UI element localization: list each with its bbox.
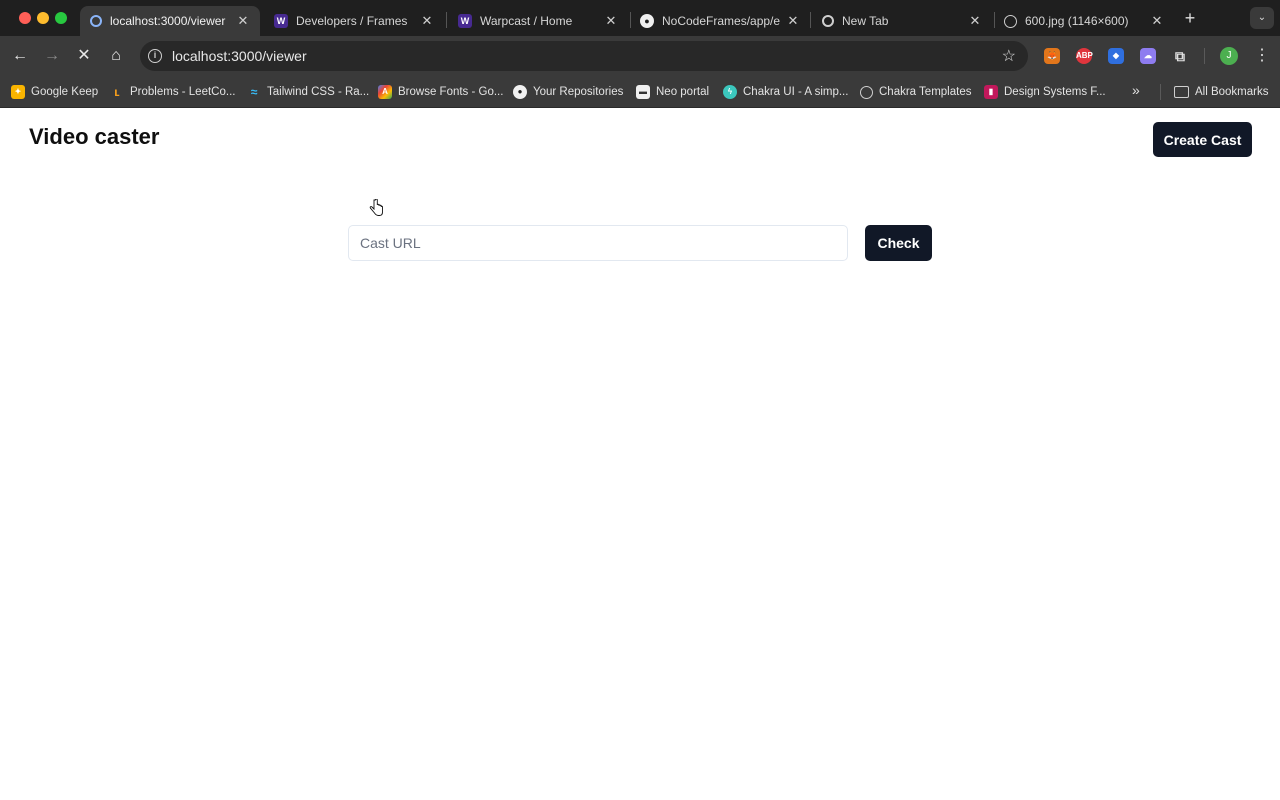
forward-button[interactable]: → xyxy=(40,44,64,68)
tab-title: Warpcast / Home xyxy=(480,14,573,28)
bookmark-leetcode[interactable]: ʟ Problems - LeetCo... xyxy=(110,82,235,102)
close-icon[interactable]: ✕ xyxy=(604,13,618,29)
close-icon[interactable]: ✕ xyxy=(786,13,800,29)
globe-icon xyxy=(1004,14,1017,28)
chakra-ui-icon: ϟ xyxy=(723,85,737,99)
bookmark-chakra-templates[interactable]: Chakra Templates xyxy=(860,82,971,102)
tab-viewer[interactable]: localhost:3000/viewer ✕ xyxy=(80,6,260,36)
hand-cursor-icon xyxy=(369,199,383,216)
more-bookmarks-chevron-icon[interactable]: » xyxy=(1132,82,1140,98)
leetcode-icon: ʟ xyxy=(114,85,120,99)
extension-icon[interactable]: ◆ xyxy=(1108,48,1124,64)
bookmark-label: Chakra Templates xyxy=(879,86,972,98)
close-icon[interactable]: ✕ xyxy=(1150,13,1164,29)
bookmark-label: Tailwind CSS - Ra... xyxy=(267,86,370,98)
adblock-extension-icon[interactable]: ABP xyxy=(1076,48,1093,64)
tab-developers-frames[interactable]: W Developers / Frames ✕ xyxy=(264,6,444,36)
extension-icon[interactable]: ☁ xyxy=(1140,48,1156,64)
address-bar[interactable]: i localhost:3000/viewer ☆ xyxy=(140,41,1028,71)
browser-toolbar: ← → ✕ ⌂ i localhost:3000/viewer ☆ 🦊 ABP … xyxy=(0,36,1280,76)
bookmark-label: Browse Fonts - Go... xyxy=(398,86,504,98)
page-title: Video caster xyxy=(29,124,160,149)
close-window-button[interactable] xyxy=(19,12,31,24)
bookmark-label: Neo portal xyxy=(656,86,710,98)
create-cast-button[interactable]: Create Cast xyxy=(1153,122,1252,157)
bookmark-your-repositories[interactable]: ● Your Repositories xyxy=(513,82,623,102)
github-icon: ● xyxy=(513,85,527,99)
tab-strip: localhost:3000/viewer ✕ W Developers / F… xyxy=(0,0,1280,36)
github-icon: ● xyxy=(640,14,654,28)
tab-new-tab[interactable]: New Tab ✕ xyxy=(812,6,992,36)
bookmarks-bar: ✦ Google Keep ʟ Problems - LeetCo... ≈ T… xyxy=(0,76,1280,108)
cast-url-input[interactable] xyxy=(348,225,848,261)
extensions-puzzle-icon[interactable]: ⧉ xyxy=(1172,48,1188,64)
home-button[interactable]: ⌂ xyxy=(104,44,128,68)
maximize-window-button[interactable] xyxy=(55,12,67,24)
back-button[interactable]: ← xyxy=(8,44,32,68)
stop-loading-button[interactable]: ✕ xyxy=(72,44,96,68)
tab-nocodeframes[interactable]: ● NoCodeFrames/app/ex ✕ xyxy=(630,6,810,36)
browser-window: localhost:3000/viewer ✕ W Developers / F… xyxy=(0,0,1280,800)
loading-icon xyxy=(90,15,102,27)
bookmark-chakra-ui[interactable]: ϟ Chakra UI - A simp... xyxy=(723,82,848,102)
tab-title: localhost:3000/viewer xyxy=(110,14,226,28)
profile-avatar[interactable]: J xyxy=(1220,47,1238,65)
close-icon[interactable]: ✕ xyxy=(420,13,434,29)
tailwind-icon: ≈ xyxy=(250,85,258,99)
globe-icon xyxy=(860,85,873,99)
warpcast-icon: W xyxy=(274,14,288,28)
metamask-extension-icon[interactable]: 🦊 xyxy=(1044,48,1060,64)
site-info-icon[interactable]: i xyxy=(148,49,162,63)
minimize-window-button[interactable] xyxy=(37,12,49,24)
google-fonts-icon: A xyxy=(378,85,392,99)
warpcast-icon: W xyxy=(458,14,472,28)
chrome-icon xyxy=(822,15,834,27)
tab-search-button[interactable]: ⌄ xyxy=(1250,7,1274,29)
bookmark-label: Design Systems F... xyxy=(1004,86,1106,98)
bookmark-google-keep[interactable]: ✦ Google Keep xyxy=(11,82,98,102)
tab-warpcast-home[interactable]: W Warpcast / Home ✕ xyxy=(448,6,628,36)
folder-icon xyxy=(1174,86,1189,98)
check-button[interactable]: Check xyxy=(865,225,932,261)
address-url[interactable]: localhost:3000/viewer xyxy=(172,48,307,64)
tab-title: 600.jpg (1146×600) xyxy=(1025,14,1129,28)
bookmark-label: Google Keep xyxy=(31,86,99,98)
tab-title: Developers / Frames xyxy=(296,14,408,28)
bookmark-tailwind[interactable]: ≈ Tailwind CSS - Ra... xyxy=(247,82,370,102)
bookmark-label: Chakra UI - A simp... xyxy=(743,86,849,98)
bookmark-google-fonts[interactable]: A Browse Fonts - Go... xyxy=(378,82,503,102)
close-icon[interactable]: ✕ xyxy=(236,13,250,29)
bookmark-label: Problems - LeetCo... xyxy=(130,86,236,98)
bookmark-neo-portal[interactable]: ▬ Neo portal xyxy=(636,82,709,102)
tab-600-jpg[interactable]: 600.jpg (1146×600) ✕ xyxy=(994,6,1174,36)
tab-title: NoCodeFrames/app/ex xyxy=(662,14,780,28)
bookmark-star-icon[interactable]: ☆ xyxy=(1002,46,1016,66)
bookmark-design-systems[interactable]: ▮ Design Systems F... xyxy=(984,82,1106,102)
bookmark-label: Your Repositories xyxy=(533,86,624,98)
bookmark-label: All Bookmarks xyxy=(1195,86,1269,98)
design-systems-icon: ▮ xyxy=(984,85,998,99)
page-content: Video caster Create Cast Check xyxy=(0,108,1280,800)
new-tab-button[interactable]: + xyxy=(1180,8,1200,28)
all-bookmarks-button[interactable]: All Bookmarks xyxy=(1174,82,1269,102)
more-menu-icon[interactable]: ⋮ xyxy=(1254,45,1270,65)
tab-title: New Tab xyxy=(842,14,889,28)
close-icon[interactable]: ✕ xyxy=(968,13,982,29)
neo-portal-icon: ▬ xyxy=(636,85,650,99)
google-keep-icon: ✦ xyxy=(11,85,25,99)
